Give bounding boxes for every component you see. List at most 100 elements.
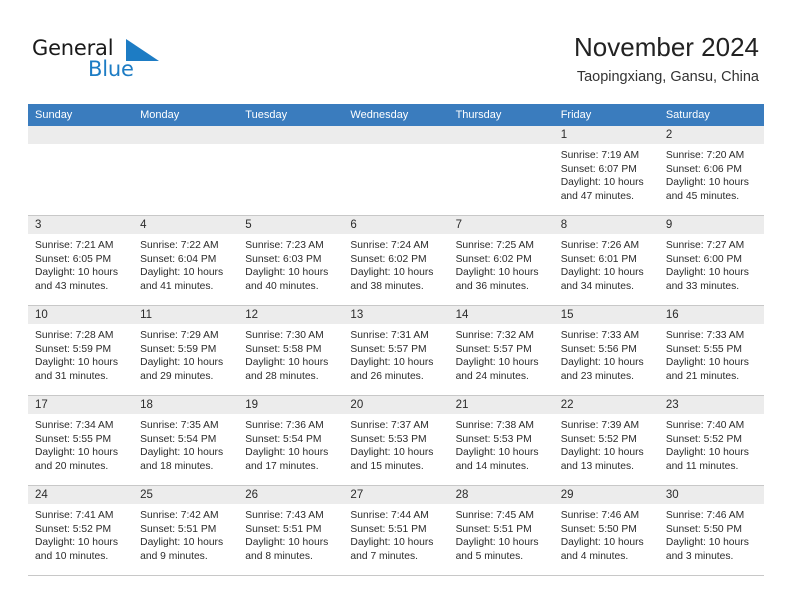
sunrise-text: Sunrise: 7:46 AM — [665, 510, 745, 521]
sunrise-text: Sunrise: 7:43 AM — [245, 510, 324, 521]
day-number: 27 — [350, 489, 364, 501]
calendar-day-cell[interactable]: 11 Sunrise: 7:29 AM Sunset: 5:59 PM Dayligh… — [133, 306, 239, 395]
calendar-day-cell[interactable]: 29 Sunrise: 7:46 AM Sunset: 5:50 PM Dayligh… — [553, 486, 659, 575]
day-number-bar: 9 — [658, 216, 764, 234]
day-number: 23 — [665, 399, 679, 411]
daylight-text-line2: and 45 minutes. — [665, 190, 740, 202]
sunrise-text: Sunrise: 7:36 AM — [245, 420, 324, 431]
calendar-day-cell[interactable]: 19 Sunrise: 7:36 AM Sunset: 5:54 PM Dayligh… — [238, 396, 344, 485]
daylight-text-line1: Daylight: 10 hours — [35, 537, 118, 549]
sunrise-text: Sunrise: 7:40 AM — [665, 420, 745, 431]
day-number: 6 — [350, 219, 357, 231]
calendar-day-cell[interactable]: 24 Sunrise: 7:41 AM Sunset: 5:52 PM Dayligh… — [28, 486, 134, 575]
brand-logo[interactable]: General Blue — [32, 36, 172, 86]
calendar-day-cell[interactable]: 4 Sunrise: 7:22 AM Sunset: 6:04 PM Daylight… — [133, 216, 239, 305]
daylight-text-line1: Daylight: 10 hours — [455, 447, 539, 459]
daylight-text-line2: and 4 minutes. — [560, 550, 629, 562]
day-number-bar: 27 — [343, 486, 449, 504]
calendar-day-cell[interactable]: 21 Sunrise: 7:38 AM Sunset: 5:53 PM Dayligh… — [448, 396, 554, 485]
sunset-text: Sunset: 5:51 PM — [350, 523, 427, 535]
sunrise-text: Sunrise: 7:33 AM — [665, 330, 745, 341]
daylight-text-line1: Daylight: 10 hours — [560, 537, 644, 549]
weekday-monday: Monday — [140, 109, 180, 121]
sunset-text: Sunset: 5:55 PM — [665, 343, 742, 355]
sunset-text: Sunset: 6:02 PM — [455, 253, 532, 265]
calendar-day-cell[interactable]: 14 Sunrise: 7:32 AM Sunset: 5:57 PM Dayligh… — [448, 306, 554, 395]
daylight-text-line1: Daylight: 10 hours — [140, 357, 224, 369]
calendar-day-cell[interactable]: 2 Sunrise: 7:20 AM Sunset: 6:06 PM Daylight… — [658, 126, 764, 215]
calendar-week-row: 24 Sunrise: 7:41 AM Sunset: 5:52 PM Dayligh… — [28, 486, 764, 576]
day-number: 16 — [665, 309, 679, 321]
sunset-text: Sunset: 5:51 PM — [140, 523, 217, 535]
daylight-text-line2: and 24 minutes. — [455, 370, 529, 382]
calendar-day-cell[interactable]: 20 Sunrise: 7:37 AM Sunset: 5:53 PM Dayligh… — [343, 396, 449, 485]
calendar-day-cell[interactable]: 30 Sunrise: 7:46 AM Sunset: 5:50 PM Dayligh… — [658, 486, 764, 575]
calendar-day-cell[interactable]: 25 Sunrise: 7:42 AM Sunset: 5:51 PM Dayligh… — [133, 486, 239, 575]
daylight-text-line1: Daylight: 10 hours — [665, 447, 749, 459]
sunset-text: Sunset: 5:53 PM — [455, 433, 532, 445]
day-info: Sunrise: 7:36 AM Sunset: 5:54 PM Daylight:… — [238, 414, 343, 473]
title-block: November 2024 Taopingxiang, Gansu, China — [574, 30, 759, 88]
page-subtitle: Taopingxiang, Gansu, China — [576, 69, 759, 85]
day-info: Sunrise: 7:46 AM Sunset: 5:50 PM Daylight:… — [554, 504, 659, 563]
day-number-bar: 8 — [553, 216, 659, 234]
day-info: Sunrise: 7:33 AM Sunset: 5:56 PM Daylight:… — [554, 324, 659, 383]
daylight-text-line2: and 21 minutes. — [665, 370, 740, 382]
day-number-bar: 15 — [553, 306, 659, 324]
day-number-bar: 23 — [658, 396, 764, 414]
day-number: 17 — [35, 399, 48, 411]
calendar-day-cell[interactable]: 26 Sunrise: 7:43 AM Sunset: 5:51 PM Dayligh… — [238, 486, 344, 575]
page-header: General Blue November 2024 Taopingxiang,… — [0, 0, 792, 100]
daylight-text-line2: and 36 minutes. — [455, 280, 529, 292]
day-number-bar: 6 — [343, 216, 449, 234]
daylight-text-line2: and 28 minutes. — [245, 370, 319, 382]
calendar-day-cell[interactable]: 27 Sunrise: 7:44 AM Sunset: 5:51 PM Dayligh… — [343, 486, 449, 575]
calendar-day-cell[interactable]: 28 Sunrise: 7:45 AM Sunset: 5:51 PM Dayligh… — [448, 486, 554, 575]
sunrise-text: Sunrise: 7:29 AM — [140, 330, 219, 341]
day-number: 15 — [560, 309, 574, 321]
day-info: Sunrise: 7:37 AM Sunset: 5:53 PM Daylight:… — [343, 414, 448, 473]
sunrise-text: Sunrise: 7:20 AM — [665, 150, 745, 161]
day-number: 2 — [665, 129, 673, 141]
day-number-bar: 12 — [238, 306, 344, 324]
daylight-text-line2: and 8 minutes. — [245, 550, 313, 562]
sunset-text: Sunset: 5:51 PM — [455, 523, 532, 535]
day-number: 3 — [35, 219, 42, 231]
calendar-day-cell[interactable]: 10 Sunrise: 7:28 AM Sunset: 5:59 PM Dayligh… — [28, 306, 134, 395]
calendar-day-cell[interactable]: 8 Sunrise: 7:26 AM Sunset: 6:01 PM Daylight… — [553, 216, 659, 305]
daylight-text-line1: Daylight: 10 hours — [140, 267, 224, 279]
daylight-text-line2: and 18 minutes. — [140, 460, 214, 472]
calendar-day-cell[interactable]: 18 Sunrise: 7:35 AM Sunset: 5:54 PM Dayligh… — [133, 396, 239, 485]
day-number-bar: 13 — [343, 306, 449, 324]
calendar-day-cell[interactable]: 7 Sunrise: 7:25 AM Sunset: 6:02 PM Daylight… — [448, 216, 554, 305]
calendar-day-cell[interactable]: 16 Sunrise: 7:33 AM Sunset: 5:55 PM Dayligh… — [658, 306, 764, 395]
calendar-day-cell[interactable]: 5 Sunrise: 7:23 AM Sunset: 6:03 PM Daylight… — [238, 216, 344, 305]
calendar-day-cell[interactable]: 1 Sunrise: 7:19 AM Sunset: 6:07 PM Daylight… — [553, 126, 659, 215]
sunset-text: Sunset: 5:51 PM — [245, 523, 322, 535]
day-number-bar: 29 — [553, 486, 659, 504]
calendar-day-cell[interactable]: 13 Sunrise: 7:31 AM Sunset: 5:57 PM Dayligh… — [343, 306, 449, 395]
day-info: Sunrise: 7:33 AM Sunset: 5:55 PM Daylight:… — [659, 324, 764, 383]
day-number-bar: 2 — [658, 126, 764, 144]
calendar-week-row: 10 Sunrise: 7:28 AM Sunset: 5:59 PM Dayligh… — [28, 306, 764, 396]
calendar-day-cell[interactable]: 22 Sunrise: 7:39 AM Sunset: 5:52 PM Dayligh… — [553, 396, 659, 485]
daylight-text-line1: Daylight: 10 hours — [455, 267, 539, 279]
day-info: Sunrise: 7:22 AM Sunset: 6:04 PM Daylight:… — [133, 234, 238, 293]
day-number: 11 — [140, 309, 153, 321]
calendar-day-cell[interactable]: 9 Sunrise: 7:27 AM Sunset: 6:00 PM Daylight… — [658, 216, 764, 305]
daylight-text-line1: Daylight: 10 hours — [665, 177, 749, 189]
calendar-day-cell[interactable]: 15 Sunrise: 7:33 AM Sunset: 5:56 PM Dayligh… — [553, 306, 659, 395]
calendar-day-cell[interactable]: 3 Sunrise: 7:21 AM Sunset: 6:05 PM Daylight… — [28, 216, 134, 305]
weekday-sunday: Sunday — [35, 109, 73, 121]
calendar-day-cell[interactable]: 17 Sunrise: 7:34 AM Sunset: 5:55 PM Dayligh… — [28, 396, 134, 485]
calendar-day-cell[interactable]: 12 Sunrise: 7:30 AM Sunset: 5:58 PM Dayligh… — [238, 306, 344, 395]
day-number: 20 — [350, 399, 364, 411]
calendar-day-cell[interactable]: 23 Sunrise: 7:40 AM Sunset: 5:52 PM Dayligh… — [658, 396, 764, 485]
sunrise-text: Sunrise: 7:37 AM — [350, 420, 429, 431]
daylight-text-line2: and 41 minutes. — [140, 280, 214, 292]
calendar-day-cell[interactable]: 6 Sunrise: 7:24 AM Sunset: 6:02 PM Daylight… — [343, 216, 449, 305]
daylight-text-line2: and 15 minutes. — [350, 460, 424, 472]
day-info: Sunrise: 7:46 AM Sunset: 5:50 PM Daylight:… — [659, 504, 764, 563]
sunset-text: Sunset: 6:06 PM — [665, 163, 742, 175]
calendar-day-cell-empty — [448, 126, 554, 215]
